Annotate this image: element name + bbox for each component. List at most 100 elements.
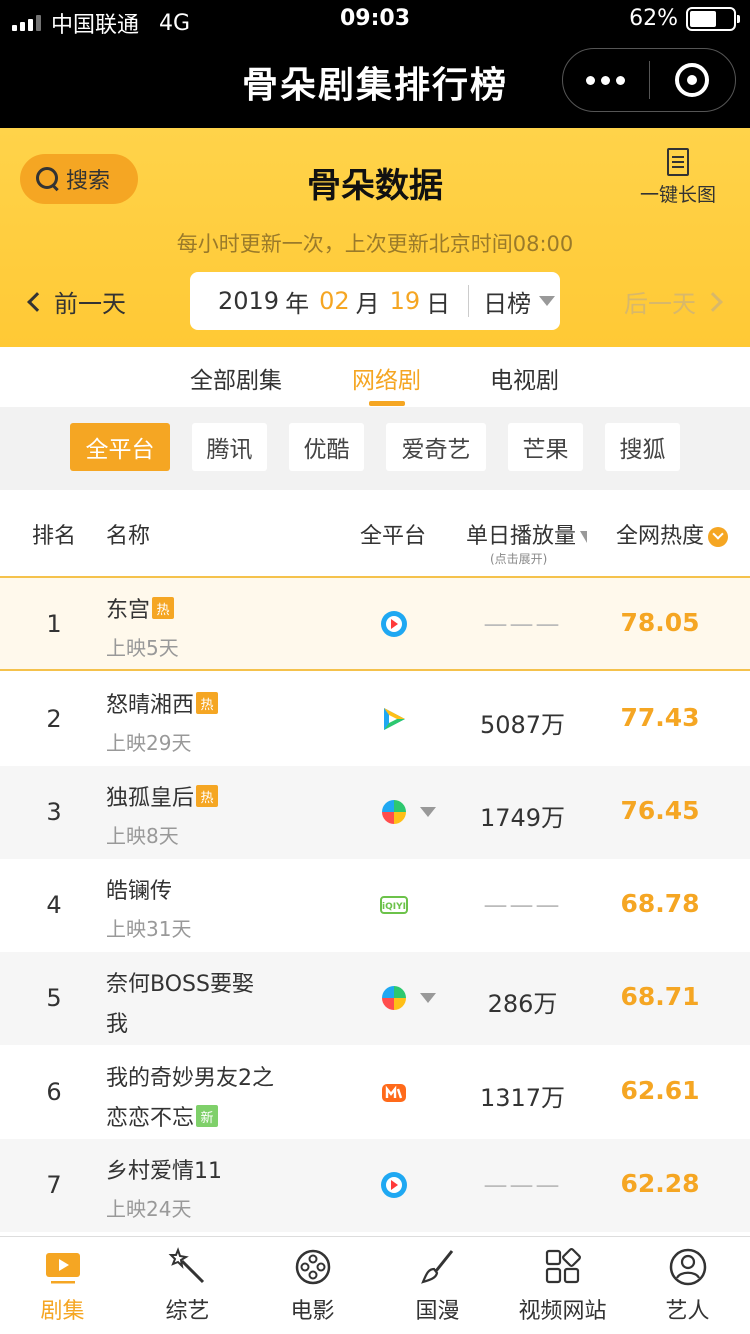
platform-chip-youku[interactable]: 优酷 xyxy=(289,423,364,471)
row-subtitle: 上映5天 xyxy=(106,636,179,660)
more-options-button[interactable] xyxy=(563,49,649,111)
header-panel: 搜索 骨朵数据 一键长图 每小时更新一次，上次更新北京时间08:00 前一天 2… xyxy=(0,128,750,347)
hot-tag: 热 xyxy=(196,692,219,714)
row-heat: 68.78 xyxy=(620,889,700,918)
bottom-nav: 剧集 综艺 电影 国漫 视频网站 艺人 xyxy=(0,1236,750,1334)
row-daily-plays: 1317万 xyxy=(479,1084,566,1112)
table-row[interactable]: 6 我的奇妙男友2之 恋恋不忘新 1317万 62.61 xyxy=(0,1046,750,1139)
date-day: 19 xyxy=(389,287,421,315)
hot-tag: 热 xyxy=(152,597,175,619)
row-title: 独孤皇后 xyxy=(106,786,195,811)
row-heat: 78.05 xyxy=(620,608,700,637)
tv-play-icon xyxy=(43,1247,83,1287)
status-bar: 中国联通 4G 09:03 62% xyxy=(0,0,750,40)
new-tag: 新 xyxy=(196,1105,219,1127)
platform-filter: 全平台 腾讯 优酷 爱奇艺 芒果 搜狐 xyxy=(0,407,750,490)
daily-plays-hint: (点击展开) xyxy=(490,552,548,566)
mango-tv-icon xyxy=(382,1084,406,1102)
table-row[interactable]: 7 乡村爱情11 上映24天 ——— 62.28 xyxy=(0,1139,750,1232)
row-title: 乡村爱情11 xyxy=(106,1159,222,1184)
update-note: 每小时更新一次，上次更新北京时间08:00 xyxy=(176,232,574,256)
hot-tag: 热 xyxy=(196,785,219,807)
row-title: 东宫 xyxy=(106,598,151,623)
row-title: 我的奇妙男友2之 xyxy=(106,1066,274,1091)
row-heat: 62.61 xyxy=(620,1076,700,1105)
row-subtitle: 恋恋不忘 xyxy=(106,1106,195,1131)
row-subtitle: 上映31天 xyxy=(106,917,192,941)
platform-chip-mango[interactable]: 芒果 xyxy=(508,423,583,471)
platform-chip-tencent[interactable]: 腾讯 xyxy=(192,423,267,471)
nav-video-sites[interactable]: 视频网站 xyxy=(500,1247,625,1325)
tab-all-series[interactable]: 全部剧集 xyxy=(190,361,282,395)
person-icon xyxy=(668,1247,708,1287)
film-reel-icon xyxy=(293,1247,333,1287)
multi-platform-icon xyxy=(382,800,406,824)
table-row[interactable]: 5 奈何BOSS要娶 我 286万 68.71 xyxy=(0,952,750,1045)
row-rank: 2 xyxy=(46,705,62,733)
col-daily-plays[interactable]: 单日播放量 xyxy=(466,518,588,550)
date-month: 02 xyxy=(319,287,350,315)
category-tabs: 全部剧集 网络剧 电视剧 xyxy=(0,347,750,407)
caret-down-icon xyxy=(539,296,556,306)
row-daily-plays: ——— xyxy=(483,1171,562,1199)
tab-web-series[interactable]: 网络剧 xyxy=(352,361,421,395)
row-title: 奈何BOSS要娶 xyxy=(106,972,254,997)
iqiyi-icon: iQIYI xyxy=(380,896,408,914)
row-rank: 5 xyxy=(46,984,62,1012)
nav-anime[interactable]: 国漫 xyxy=(375,1247,500,1325)
row-daily-plays: 1749万 xyxy=(479,804,566,832)
date-picker[interactable]: 2019 年 02 月 19 日 日榜 xyxy=(190,272,560,330)
svg-text:iQIYI: iQIYI xyxy=(382,902,406,912)
platform-chip-all[interactable]: 全平台 xyxy=(70,423,170,471)
magic-wand-icon xyxy=(168,1247,208,1287)
chevron-left-icon xyxy=(27,291,47,312)
platform-selector[interactable] xyxy=(380,984,436,1012)
long-image-button[interactable]: 一键长图 xyxy=(630,148,726,207)
row-daily-plays: 5087万 xyxy=(479,711,566,739)
nav-variety[interactable]: 综艺 xyxy=(125,1247,250,1325)
row-rank: 4 xyxy=(46,891,62,919)
sort-desc-icon xyxy=(708,527,729,547)
sort-triangle-icon xyxy=(580,531,588,543)
platform-chip-iqiyi[interactable]: 爱奇艺 xyxy=(386,423,486,471)
table-row[interactable]: 1 东宫热 上映5天 ——— 78.05 xyxy=(0,578,750,671)
apps-grid-icon xyxy=(543,1247,583,1287)
table-row[interactable]: 2 怒晴湘西热 上映29天 5087万 77.43 xyxy=(0,673,750,766)
close-mini-program-button[interactable] xyxy=(650,49,736,111)
active-tab-indicator xyxy=(369,401,405,406)
nav-artists[interactable]: 艺人 xyxy=(625,1247,750,1325)
row-subtitle: 上映29天 xyxy=(106,731,192,755)
date-year: 2019 xyxy=(218,287,280,315)
col-rank: 排名 xyxy=(32,524,77,549)
row-rank: 3 xyxy=(46,798,62,826)
table-row[interactable]: 4 皓镧传 上映31天 iQIYI ——— 68.78 xyxy=(0,859,750,952)
col-heat[interactable]: 全网热度 xyxy=(616,518,729,550)
youku-icon xyxy=(381,1172,407,1198)
mini-program-title-bar: 骨朵剧集排行榜 xyxy=(0,40,750,128)
tab-tv-series[interactable]: 电视剧 xyxy=(490,361,559,395)
row-subtitle: 上映8天 xyxy=(106,824,179,848)
platform-chip-sohu[interactable]: 搜狐 xyxy=(605,423,680,471)
target-circle-icon xyxy=(675,63,710,97)
board-type-select[interactable]: 日榜 xyxy=(483,284,531,319)
platform-selector[interactable] xyxy=(380,798,436,826)
row-heat: 76.45 xyxy=(620,796,700,825)
col-platform: 全平台 xyxy=(360,524,427,549)
table-row[interactable]: 3 独孤皇后热 上映8天 1749万 76.45 xyxy=(0,766,750,859)
nav-series[interactable]: 剧集 xyxy=(0,1247,125,1325)
caret-down-icon xyxy=(420,807,436,817)
mini-program-capsule xyxy=(562,48,736,112)
tencent-video-icon xyxy=(384,708,405,730)
multi-platform-icon xyxy=(382,986,406,1010)
row-rank: 6 xyxy=(46,1078,62,1106)
next-day-button[interactable]: 后一天 xyxy=(624,284,723,319)
caret-down-icon xyxy=(420,993,436,1003)
ranking-table-header: 排名 名称 全平台 单日播放量 (点击展开) 全网热度 xyxy=(0,490,750,578)
prev-day-button[interactable]: 前一天 xyxy=(27,284,126,319)
row-heat: 68.71 xyxy=(620,982,700,1011)
row-title: 皓镧传 xyxy=(106,879,173,904)
nav-movie[interactable]: 电影 xyxy=(250,1247,375,1325)
long-image-label: 一键长图 xyxy=(639,184,716,206)
youku-icon xyxy=(381,611,407,637)
col-name: 名称 xyxy=(106,524,151,549)
